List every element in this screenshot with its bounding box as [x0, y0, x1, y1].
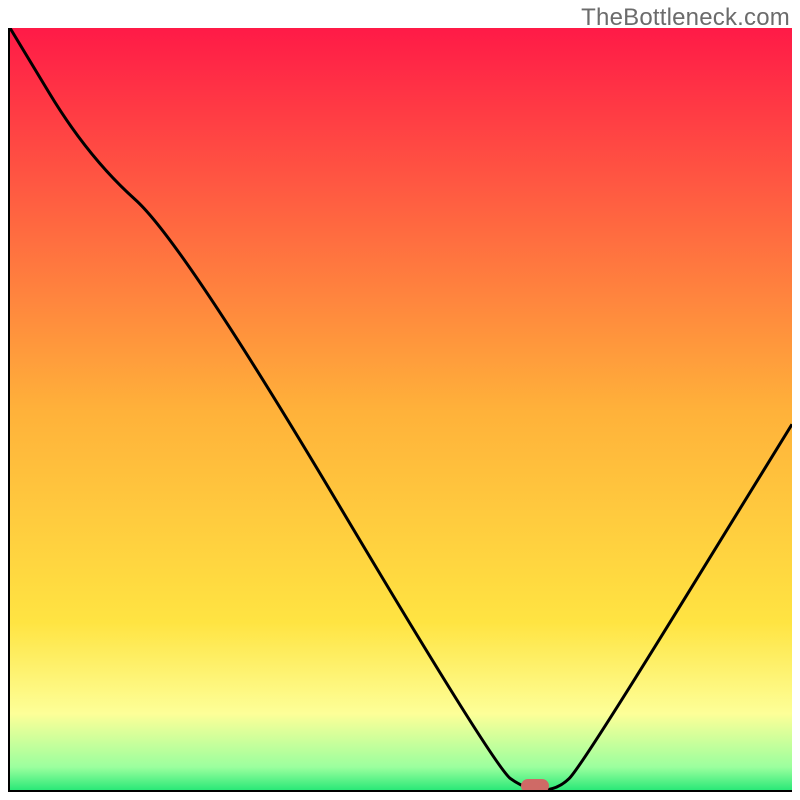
background-gradient	[10, 28, 792, 790]
plot-svg	[10, 28, 792, 790]
optimal-point-marker	[521, 779, 549, 792]
plot-frame	[8, 28, 792, 792]
chart-container: TheBottleneck.com	[0, 0, 800, 800]
